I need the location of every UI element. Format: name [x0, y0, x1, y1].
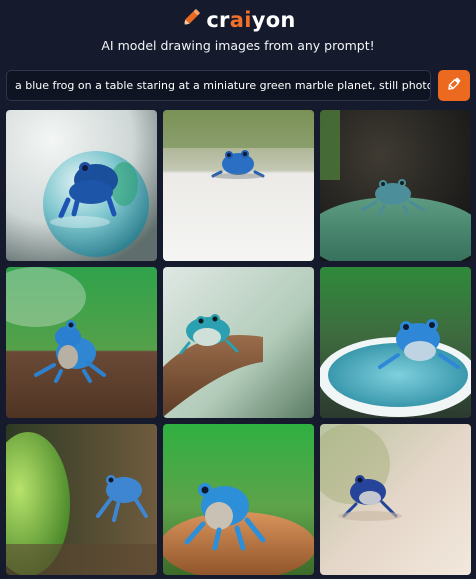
logo-text-prefix: cr: [206, 8, 230, 32]
result-image-9[interactable]: [320, 424, 471, 575]
logo-wordmark: craiyon: [206, 8, 295, 32]
result-image-8[interactable]: [163, 424, 314, 575]
result-image-4[interactable]: [6, 267, 157, 418]
pencil-icon: [180, 7, 202, 33]
result-image-6[interactable]: [320, 267, 471, 418]
tagline: AI model drawing images from any prompt!: [101, 38, 375, 53]
result-image-5[interactable]: [163, 267, 314, 418]
logo-text-accent: ai: [229, 8, 252, 32]
result-image-7[interactable]: [6, 424, 157, 575]
craiyon-logo[interactable]: craiyon: [0, 7, 476, 33]
result-image-3[interactable]: [320, 110, 471, 261]
app-frame: craiyon AI model drawing images from any…: [0, 0, 476, 579]
results-grid: [6, 110, 471, 575]
logo-text-suffix: yon: [251, 8, 296, 32]
prompt-input[interactable]: a blue frog on a table staring at a mini…: [6, 70, 431, 101]
result-image-1[interactable]: [6, 110, 157, 261]
pencil-icon: [446, 76, 462, 96]
draw-button[interactable]: [438, 70, 470, 101]
result-image-2[interactable]: [163, 110, 314, 261]
